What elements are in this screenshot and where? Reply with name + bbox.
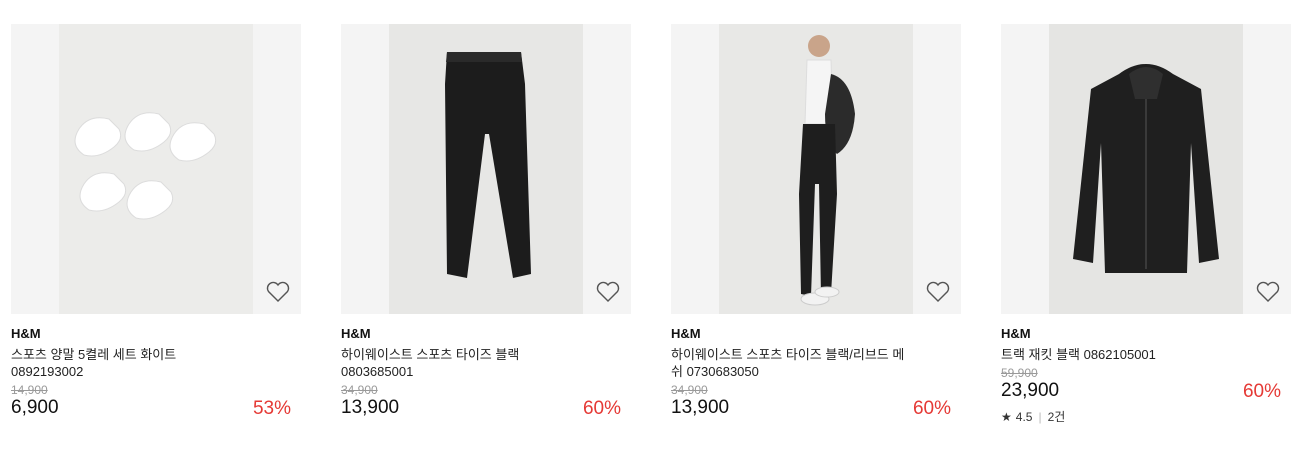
product-image[interactable]	[11, 24, 301, 314]
rating-summary: ★ 4.5 | 2건	[1001, 408, 1291, 425]
heart-outline-icon[interactable]	[1255, 280, 1281, 304]
original-price: 34,900	[671, 383, 708, 397]
review-count: 2건	[1047, 410, 1066, 424]
discount-rate: 53%	[252, 398, 291, 419]
product-name[interactable]: 트랙 재킷 블랙 0862105001	[1001, 346, 1241, 363]
star-icon: ★	[1001, 409, 1012, 424]
heart-outline-icon[interactable]	[265, 280, 291, 304]
original-price: 59,900	[1001, 366, 1038, 380]
product-brand[interactable]: H&M	[671, 326, 961, 342]
product-card[interactable]: H&M 하이웨이스트 스포츠 타이즈 블랙 0803685001 34,900 …	[341, 24, 631, 419]
original-price: 14,900	[11, 383, 48, 397]
original-price: 34,900	[341, 383, 378, 397]
price-block: 34,900 13,900 60%	[341, 383, 631, 420]
product-name[interactable]: 스포츠 양말 5켤레 세트 화이트 0892193002	[11, 346, 251, 380]
product-card[interactable]: H&M 스포츠 양말 5켤레 세트 화이트 0892193002 14,900 …	[11, 24, 301, 419]
product-image[interactable]	[1001, 24, 1291, 314]
product-photo	[719, 24, 913, 314]
price-block: 34,900 13,900 60%	[671, 383, 961, 420]
product-image[interactable]	[341, 24, 631, 314]
heart-outline-icon[interactable]	[925, 280, 951, 304]
product-image[interactable]	[671, 24, 961, 314]
product-brand[interactable]: H&M	[1001, 326, 1291, 342]
discount-rate: 60%	[1242, 381, 1281, 402]
product-card[interactable]: H&M 하이웨이스트 스포츠 타이즈 블랙/리브드 메쉬 0730683050 …	[671, 24, 961, 419]
product-name[interactable]: 하이웨이스트 스포츠 타이즈 블랙/리브드 메쉬 0730683050	[671, 346, 911, 380]
discount-rate: 60%	[912, 398, 951, 419]
product-photo	[389, 24, 583, 314]
discount-rate: 60%	[582, 398, 621, 419]
product-photo	[1049, 24, 1243, 314]
product-card[interactable]: H&M 트랙 재킷 블랙 0862105001 59,900 23,900 60…	[1001, 24, 1291, 425]
price-block: 59,900 23,900 60%	[1001, 366, 1291, 403]
product-name[interactable]: 하이웨이스트 스포츠 타이즈 블랙 0803685001	[341, 346, 581, 380]
heart-outline-icon[interactable]	[595, 280, 621, 304]
rating-score: 4.5	[1015, 409, 1033, 424]
rating-divider: |	[1038, 409, 1042, 424]
product-brand[interactable]: H&M	[11, 326, 301, 342]
product-photo	[59, 24, 253, 314]
price-block: 14,900 6,900 53%	[11, 383, 301, 420]
product-brand[interactable]: H&M	[341, 326, 631, 342]
